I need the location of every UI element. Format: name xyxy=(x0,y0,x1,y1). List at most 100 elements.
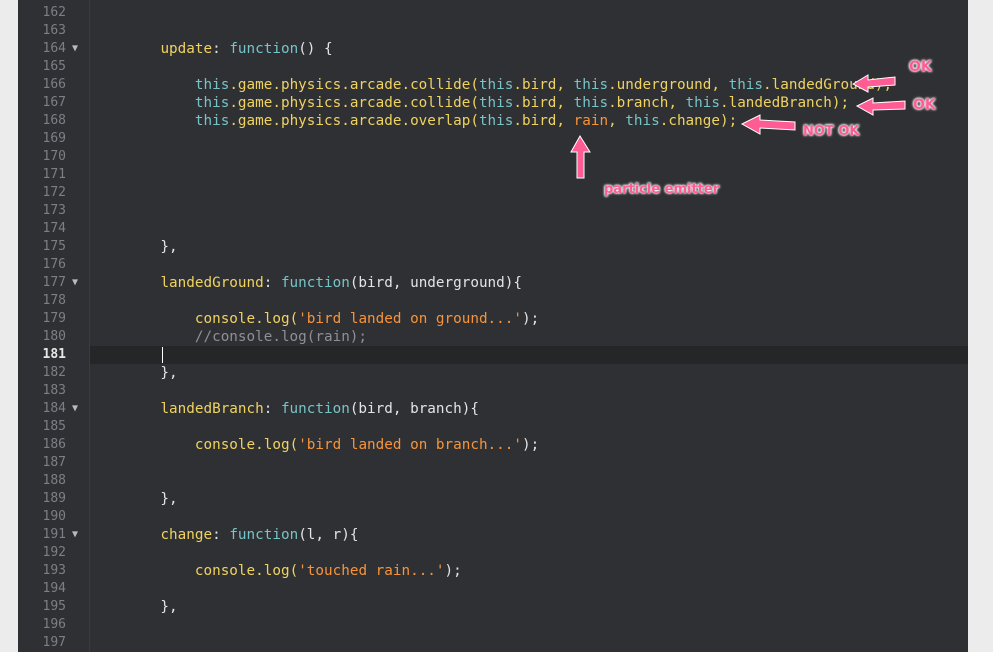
code-token: .bird, xyxy=(513,95,574,111)
code-line[interactable]: this.game.physics.arcade.collide(this.bi… xyxy=(126,76,892,94)
code-token: .log( xyxy=(255,437,299,453)
code-token: : xyxy=(263,401,281,417)
line-number: 186 xyxy=(42,437,66,452)
line-number: 177 xyxy=(42,275,66,290)
code-token: update xyxy=(160,41,213,57)
code-token: landedGround xyxy=(160,275,264,291)
code-token: .log( xyxy=(255,311,299,327)
fold-toggle-icon[interactable]: ▼ xyxy=(72,526,82,544)
code-token: this xyxy=(194,113,230,129)
code-token: rain xyxy=(573,113,609,129)
annotation-ok-1: OK xyxy=(909,59,932,75)
code-token: this xyxy=(573,95,609,111)
text-cursor xyxy=(162,347,163,363)
code-token: .branch, xyxy=(608,95,686,111)
code-line[interactable]: }, xyxy=(126,364,177,382)
code-line[interactable]: console.log('touched rain...'); xyxy=(126,562,462,580)
code-token: this xyxy=(625,113,660,129)
code-token: (bird, underground){ xyxy=(349,275,522,291)
code-token: this xyxy=(478,113,514,129)
fold-toggle-icon[interactable]: ▼ xyxy=(72,274,82,292)
line-number: 172 xyxy=(42,185,66,200)
code-line[interactable]: this.game.physics.arcade.collide(this.bi… xyxy=(126,94,849,112)
code-token: () { xyxy=(298,41,333,57)
code-token: function xyxy=(229,41,299,57)
code-token: 'touched rain...' xyxy=(298,563,445,579)
code-line[interactable]: this.game.physics.arcade.overlap(this.bi… xyxy=(126,112,737,130)
code-token: console xyxy=(194,311,256,327)
code-token: //console.log(rain); xyxy=(194,329,368,345)
line-number: 178 xyxy=(42,293,66,308)
line-number: 162 xyxy=(42,5,66,20)
code-line[interactable]: update: function() { xyxy=(126,40,333,58)
code-line[interactable]: change: function(l, r){ xyxy=(126,526,358,544)
line-number: 174 xyxy=(42,221,66,236)
fold-toggle-icon[interactable]: ▼ xyxy=(72,40,82,58)
code-line[interactable]: }, xyxy=(126,238,177,256)
code-line[interactable]: //console.log(rain); xyxy=(126,328,367,346)
line-number: 194 xyxy=(42,581,66,596)
line-number: 193 xyxy=(42,563,66,578)
code-token: : xyxy=(212,41,230,57)
code-token: .log( xyxy=(255,563,299,579)
code-line[interactable]: console.log('bird landed on ground...'); xyxy=(126,310,539,328)
code-line[interactable]: }, xyxy=(126,490,178,508)
code-token: 'bird landed on ground...' xyxy=(298,311,522,327)
code-token: this xyxy=(573,77,609,93)
line-number: 182 xyxy=(42,365,66,380)
window-background xyxy=(968,0,993,652)
code-token: console xyxy=(194,437,256,453)
active-line-highlight xyxy=(90,346,968,364)
line-number: 185 xyxy=(42,419,66,434)
code-editor[interactable]: 162 163 164 ▼ update: function() {165 166 th… xyxy=(18,0,968,652)
code-token: ); xyxy=(521,437,540,453)
line-number: 184 xyxy=(42,401,66,416)
annotation-ok-2: OK xyxy=(913,97,936,113)
line-number: 195 xyxy=(42,599,66,614)
code-token: .landedGround); xyxy=(763,77,893,93)
code-token: .bird, xyxy=(513,113,574,129)
code-token: .game.physics.arcade.collide( xyxy=(229,77,479,93)
line-number: 170 xyxy=(42,149,66,164)
code-line[interactable]: landedBranch: function(bird, branch){ xyxy=(126,400,479,418)
line-number: 181 xyxy=(42,347,66,362)
line-number: 196 xyxy=(42,617,66,632)
line-number: 187 xyxy=(42,455,66,470)
line-number: 167 xyxy=(42,95,66,110)
code-token: }, xyxy=(126,599,178,615)
code-token: 'bird landed on branch...' xyxy=(298,437,522,453)
code-token: this xyxy=(194,95,230,111)
line-number: 190 xyxy=(42,509,66,524)
code-token: function xyxy=(280,401,350,417)
line-number: 169 xyxy=(42,131,66,146)
line-number: 197 xyxy=(42,635,66,650)
code-token: ); xyxy=(444,563,462,579)
line-number: 173 xyxy=(42,203,66,218)
annotation-not-ok: NOT OK xyxy=(803,124,860,139)
annotation-particle-emitter: particle emitter xyxy=(604,182,720,197)
line-number: 188 xyxy=(42,473,66,488)
line-number: 168 xyxy=(42,113,66,128)
code-token: .landedBranch); xyxy=(719,95,850,111)
code-line[interactable]: }, xyxy=(126,598,178,616)
code-token: .underground, xyxy=(608,77,729,93)
fold-toggle-icon[interactable]: ▼ xyxy=(72,400,82,418)
code-token: change xyxy=(160,527,213,543)
line-number: 171 xyxy=(42,167,66,182)
line-number: 183 xyxy=(42,383,66,398)
code-token: }, xyxy=(126,491,178,507)
code-token: function xyxy=(280,275,350,291)
line-number: 179 xyxy=(42,311,66,326)
code-token: .change); xyxy=(659,113,738,129)
code-token: ); xyxy=(521,311,540,327)
gutter-divider xyxy=(89,0,90,652)
code-token: this xyxy=(685,95,720,111)
code-line[interactable]: console.log('bird landed on branch...'); xyxy=(126,436,539,454)
code-line[interactable]: landedGround: function(bird, underground… xyxy=(126,274,522,292)
